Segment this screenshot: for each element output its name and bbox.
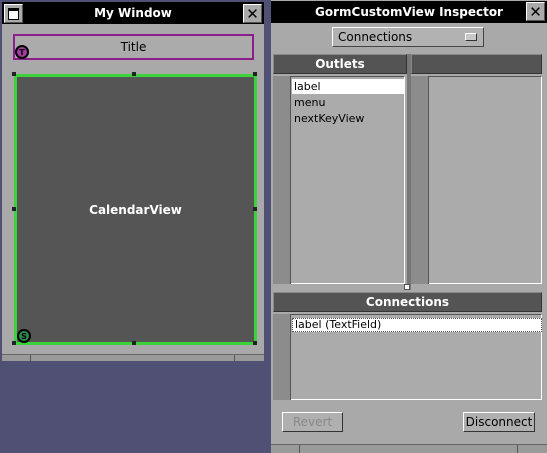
close-icon: ✕ (529, 2, 542, 21)
outlet-item-nextkeyview[interactable]: nextKeyView (292, 111, 405, 126)
disconnect-button[interactable]: Disconnect (463, 412, 535, 432)
my-window: My Window ✕ Title T CalendarView S (2, 2, 264, 361)
resize-handle[interactable] (12, 341, 16, 345)
custom-view-label: CalendarView (89, 202, 182, 217)
connections-header: Connections (273, 292, 542, 312)
targets-scrollbar[interactable] (411, 76, 429, 284)
revert-button[interactable]: Revert (282, 412, 343, 432)
connections-scrollbar[interactable] (273, 314, 291, 400)
my-window-resize-bar[interactable] (2, 354, 264, 361)
inspector-mode-popup[interactable]: Connections (332, 27, 484, 47)
inspector-mode-label: Connections (338, 30, 413, 44)
outlets-header: Outlets (273, 54, 407, 74)
split-view-knob[interactable] (404, 284, 410, 290)
resize-handle[interactable] (12, 72, 16, 76)
outlets-scrollbar[interactable] (273, 76, 291, 284)
resize-handle[interactable] (253, 207, 257, 211)
target-connection-badge: T (15, 45, 29, 59)
close-icon: ✕ (246, 4, 259, 23)
inspector-title: GormCustomView Inspector (315, 5, 503, 19)
inspector-resize-bar[interactable] (271, 444, 547, 453)
connection-item[interactable]: label (TextField) (292, 318, 542, 332)
resize-handle[interactable] (12, 207, 16, 211)
miniaturize-button[interactable] (4, 4, 23, 23)
resize-handle[interactable] (253, 72, 257, 76)
inspector-panel: GormCustomView Inspector ✕ Connections O… (271, 0, 547, 453)
resize-handle[interactable] (132, 72, 136, 76)
title-field-text: Title (120, 40, 147, 54)
outlet-item-label[interactable]: label (292, 79, 405, 94)
inspector-titlebar[interactable]: GormCustomView Inspector (271, 1, 547, 23)
outlet-item-menu[interactable]: menu (292, 95, 405, 110)
inspector-close-button[interactable]: ✕ (526, 2, 545, 21)
source-connection-badge: S (17, 329, 31, 343)
resize-handle[interactable] (132, 341, 136, 345)
my-window-title: My Window (94, 6, 172, 20)
resize-handle[interactable] (253, 341, 257, 345)
miniaturize-icon (8, 7, 19, 20)
popup-arrow-icon (465, 33, 477, 41)
targets-list (411, 76, 542, 284)
my-window-close-button[interactable]: ✕ (243, 4, 262, 23)
my-window-titlebar[interactable]: My Window (2, 2, 264, 24)
title-text-field[interactable]: Title (13, 34, 254, 60)
targets-header (411, 54, 542, 74)
calendar-custom-view[interactable]: CalendarView (14, 74, 257, 345)
